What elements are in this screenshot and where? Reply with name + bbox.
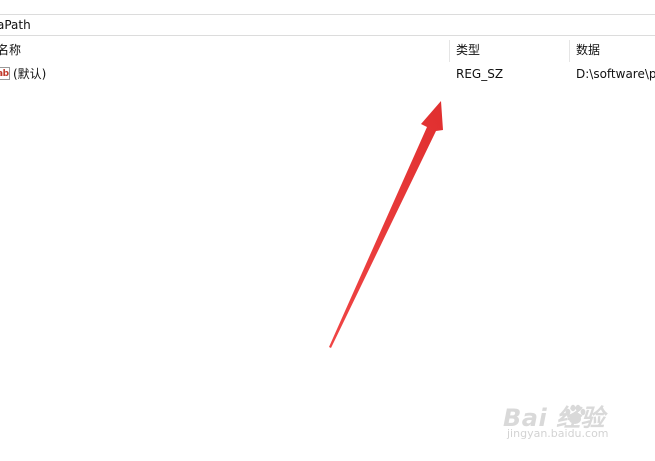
baidu-jingyan-watermark: Bai 经验 jingyan.baidu.com (503, 398, 653, 448)
column-divider[interactable] (569, 40, 570, 62)
value-type-cell: REG_SZ (456, 67, 504, 81)
paw-icon (565, 404, 586, 424)
value-name-cell: ab (默认) (0, 63, 440, 85)
value-name: (默认) (13, 67, 47, 81)
annotation-arrow-shape (329, 101, 443, 348)
string-value-icon-text: ab (0, 69, 9, 79)
address-bar[interactable]: aPath (0, 14, 655, 36)
registry-editor-pane: aPath 名称 类型 数据 ab (默认) REG_SZ D:\softwar… (0, 0, 655, 461)
column-header-type[interactable]: 类型 (456, 38, 568, 62)
column-header-data[interactable]: 数据 (576, 38, 655, 62)
value-data-cell: D:\software\p (576, 67, 655, 81)
watermark-url: jingyan.baidu.com (507, 427, 609, 440)
column-header-name[interactable]: 名称 (0, 38, 445, 62)
string-value-icon: ab (0, 67, 10, 80)
column-header: 名称 类型 数据 (0, 38, 655, 62)
column-divider[interactable] (449, 40, 450, 62)
address-path-text: aPath (0, 18, 31, 32)
registry-value-row[interactable]: ab (默认) REG_SZ D:\software\p (0, 63, 655, 85)
